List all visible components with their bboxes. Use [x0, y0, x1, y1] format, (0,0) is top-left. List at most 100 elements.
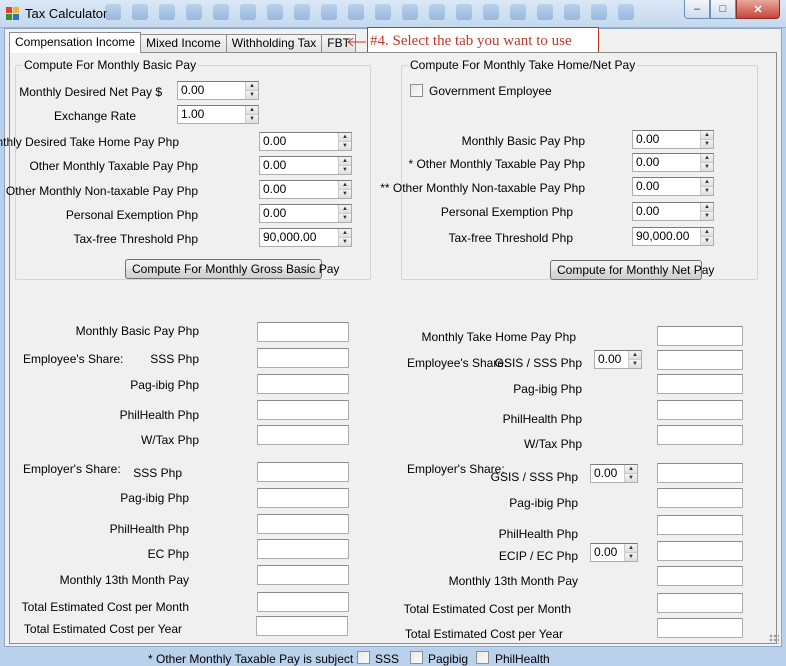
spin-up-icon[interactable]: ▲ [339, 181, 351, 190]
label-er-philhealth: PhilHealth Php [109, 522, 189, 536]
government-employee-checkbox[interactable] [410, 84, 423, 97]
wtax-output[interactable] [257, 425, 349, 445]
er-philhealth-output-right[interactable] [657, 515, 743, 535]
ecip-ec-output[interactable] [657, 541, 743, 561]
ec-output[interactable] [257, 539, 349, 559]
label-other-nontaxable: Other Monthly Non-taxable Pay Php [5, 184, 198, 198]
exchange-rate-stepper[interactable]: 1.00 ▲ ▼ [177, 105, 259, 124]
resize-grip-icon[interactable] [769, 634, 779, 644]
tab-withholding-tax[interactable]: Withholding Tax [225, 34, 323, 52]
tab-compensation-income[interactable]: Compensation Income [9, 32, 142, 53]
label-philhealth: PhilHealth Php [119, 408, 199, 422]
gsis-sss-rate-stepper[interactable]: 0.00 ▲ ▼ [594, 350, 642, 369]
cost-per-month-output[interactable] [257, 592, 349, 612]
personal-exemption-stepper[interactable]: 0.00 ▲ ▼ [259, 204, 352, 223]
spin-down-icon[interactable]: ▼ [629, 360, 641, 368]
thirteenth-month-output-right[interactable] [657, 566, 743, 586]
philhealth-output-right[interactable] [657, 400, 743, 420]
cost-per-month-output-right[interactable] [657, 593, 743, 613]
er-pagibig-output[interactable] [257, 488, 349, 508]
wtax-output-right[interactable] [657, 425, 743, 445]
spin-up-icon[interactable]: ▲ [246, 106, 258, 115]
spin-down-icon[interactable]: ▼ [625, 474, 637, 482]
pagibig-checkbox[interactable] [410, 651, 423, 664]
label-basic-pay: Monthly Basic Pay Php [461, 134, 585, 148]
close-button[interactable]: ✕ [736, 0, 780, 19]
spin-up-icon[interactable]: ▲ [339, 205, 351, 214]
spin-down-icon[interactable]: ▼ [625, 553, 637, 561]
compute-gross-basic-pay-button[interactable]: Compute For Monthly Gross Basic Pay [125, 259, 339, 279]
maximize-button[interactable]: □ [710, 0, 736, 19]
monthly-basic-pay-output[interactable] [257, 322, 349, 342]
taxfree-threshold-stepper-right[interactable]: 90,000.00 ▲ ▼ [632, 227, 714, 246]
cost-per-year-output-right[interactable] [657, 618, 743, 638]
spin-down-icon[interactable]: ▼ [701, 187, 713, 195]
spin-down-icon[interactable]: ▼ [339, 238, 351, 246]
sss-output[interactable] [257, 348, 349, 368]
philhealth-output[interactable] [257, 400, 349, 420]
spin-up-icon[interactable]: ▲ [701, 154, 713, 163]
spin-down-icon[interactable]: ▼ [339, 214, 351, 222]
personal-exemption-stepper-right[interactable]: 0.00 ▲ ▼ [632, 202, 714, 221]
spin-down-icon[interactable]: ▼ [246, 115, 258, 123]
er-gsis-sss-rate-stepper[interactable]: 0.00 ▲ ▼ [590, 464, 638, 483]
er-pagibig-output-right[interactable] [657, 488, 743, 508]
gsis-sss-output[interactable] [657, 350, 743, 370]
spin-up-icon[interactable]: ▲ [701, 228, 713, 237]
other-taxable-stepper-right[interactable]: 0.00 ▲ ▼ [632, 153, 714, 172]
spin-down-icon[interactable]: ▼ [246, 91, 258, 99]
spin-up-icon[interactable]: ▲ [701, 203, 713, 212]
label-sss-option: SSS [375, 652, 400, 666]
label-er-pagibig-right: Pag-ibig Php [509, 496, 578, 510]
other-taxable-stepper[interactable]: 0.00 ▲ ▼ [259, 156, 352, 175]
label-monthly-take-home: Monthly Take Home Pay Php [421, 330, 576, 344]
spin-up-icon[interactable]: ▲ [339, 229, 351, 238]
er-philhealth-output[interactable] [257, 514, 349, 534]
take-home-stepper[interactable]: 0.00 ▲ ▼ [259, 132, 352, 151]
tab-mixed-income[interactable]: Mixed Income [140, 34, 227, 52]
spin-down-icon[interactable]: ▼ [339, 190, 351, 198]
cost-per-year-output[interactable] [256, 616, 348, 636]
ecip-ec-rate-stepper[interactable]: 0.00 ▲ ▼ [590, 543, 638, 562]
other-nontaxable-stepper-right[interactable]: 0.00 ▲ ▼ [632, 177, 714, 196]
label-other-taxable-right: * Other Monthly Taxable Pay Php [408, 157, 585, 171]
net-pay-stepper[interactable]: 0.00 ▲ ▼ [177, 81, 259, 100]
label-wtax-right: W/Tax Php [523, 437, 582, 451]
spin-up-icon[interactable]: ▲ [625, 465, 637, 474]
monthly-take-home-output[interactable] [657, 326, 743, 346]
spin-up-icon[interactable]: ▲ [339, 133, 351, 142]
background-toolbar-icons [105, 4, 665, 22]
spin-down-icon[interactable]: ▼ [701, 140, 713, 148]
label-exchange-rate: Exchange Rate [53, 109, 136, 123]
er-sss-output[interactable] [257, 462, 349, 482]
label-government-employee: Government Employee [429, 84, 552, 98]
other-nontaxable-stepper[interactable]: 0.00 ▲ ▼ [259, 180, 352, 199]
spin-up-icon[interactable]: ▲ [629, 351, 641, 360]
label-er-philhealth-right: PhilHealth Php [498, 527, 578, 541]
sss-checkbox[interactable] [357, 651, 370, 664]
spin-up-icon[interactable]: ▲ [339, 157, 351, 166]
compute-net-pay-button[interactable]: Compute for Monthly Net Pay [550, 260, 714, 280]
pagibig-output[interactable] [257, 374, 349, 394]
spin-up-icon[interactable]: ▲ [701, 178, 713, 187]
label-employee-share: Employee's Share: [23, 352, 124, 366]
label-er-sss: SSS Php [133, 466, 182, 480]
philhealth-checkbox[interactable] [476, 651, 489, 664]
spin-up-icon[interactable]: ▲ [246, 82, 258, 91]
er-gsis-sss-output[interactable] [657, 463, 743, 483]
label-gsis-sss: GSIS / SSS Php [494, 356, 582, 370]
spin-up-icon[interactable]: ▲ [625, 544, 637, 553]
spin-down-icon[interactable]: ▼ [701, 163, 713, 171]
spin-down-icon[interactable]: ▼ [339, 142, 351, 150]
spin-down-icon[interactable]: ▼ [339, 166, 351, 174]
spin-up-icon[interactable]: ▲ [701, 131, 713, 140]
spin-down-icon[interactable]: ▼ [701, 237, 713, 245]
minimize-button[interactable]: – [684, 0, 710, 19]
thirteenth-month-output[interactable] [257, 565, 349, 585]
label-philhealth-option: PhilHealth [495, 652, 550, 666]
title-bar[interactable]: Tax Calculator – □ ✕ [0, 0, 786, 28]
spin-down-icon[interactable]: ▼ [701, 212, 713, 220]
basic-pay-stepper[interactable]: 0.00 ▲ ▼ [632, 130, 714, 149]
taxfree-threshold-stepper[interactable]: 90,000.00 ▲ ▼ [259, 228, 352, 247]
pagibig-output-right[interactable] [657, 374, 743, 394]
